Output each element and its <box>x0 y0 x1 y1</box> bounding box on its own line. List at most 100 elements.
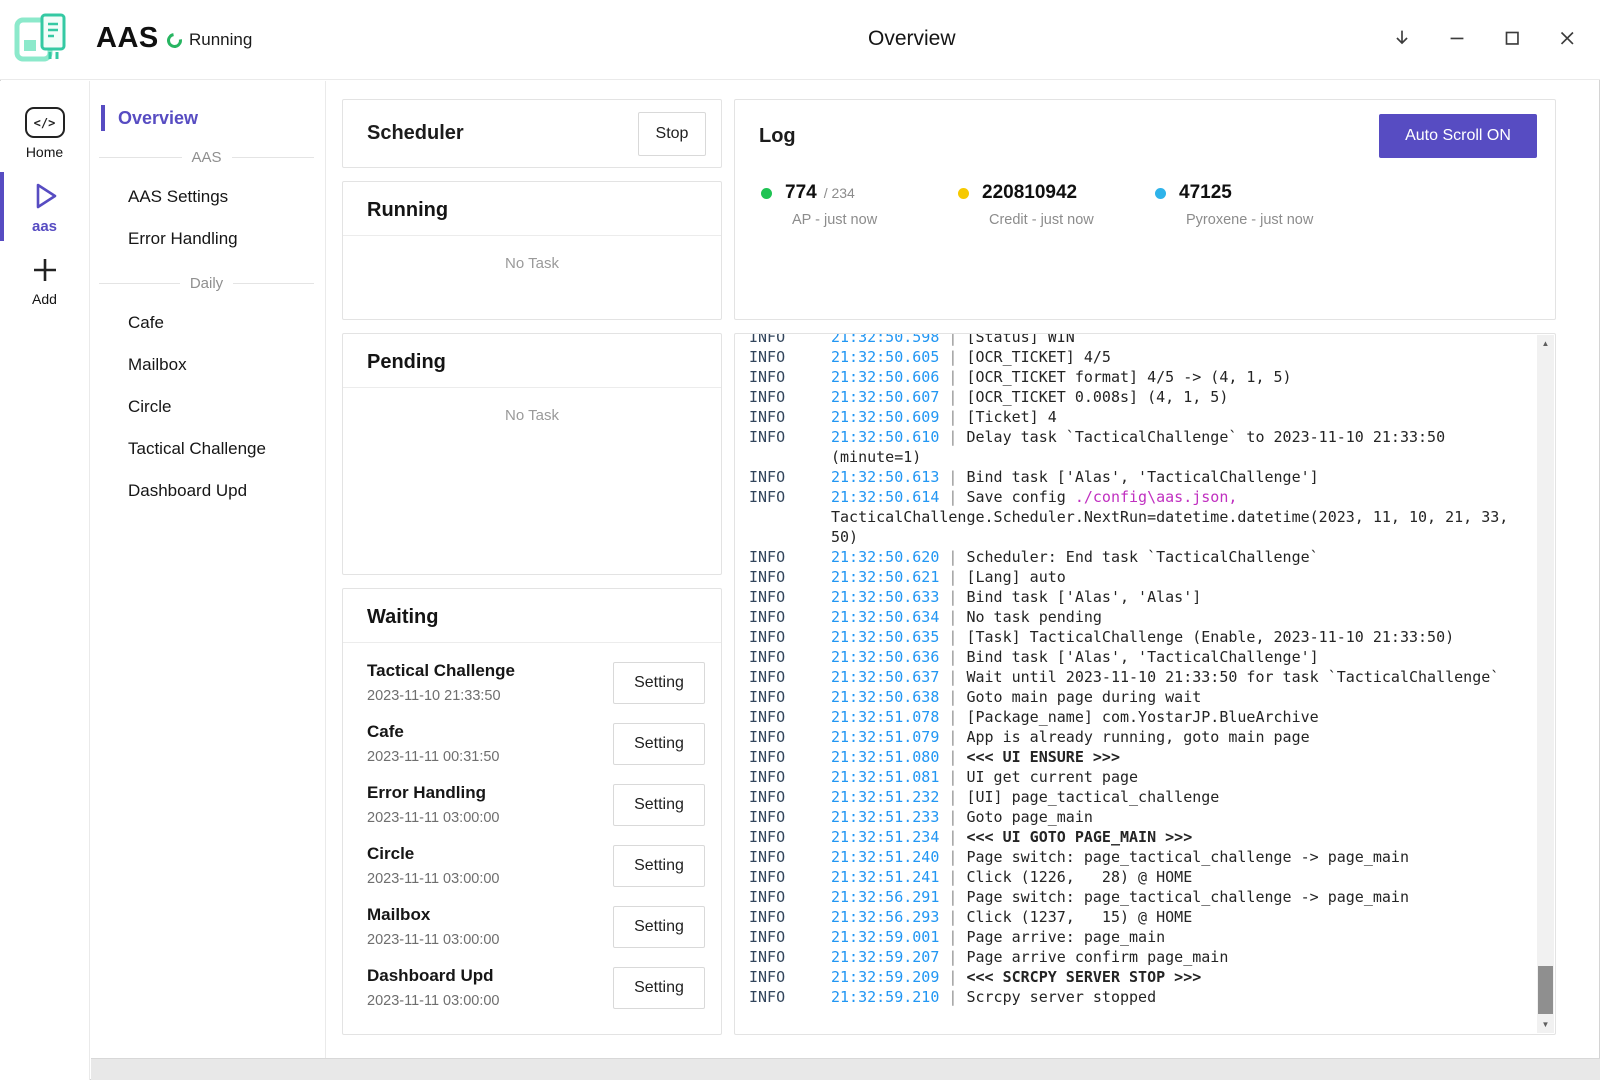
log-line: INFO21:32:50.634 | No task pending <box>749 607 1527 627</box>
maximize-icon[interactable] <box>1495 16 1529 60</box>
log-line: INFO21:32:50.620 | Scheduler: End task `… <box>749 547 1527 567</box>
log-line: INFO21:32:51.081 | UI get current page <box>749 767 1527 787</box>
log-timestamp: 21:32:50.605 <box>831 348 939 366</box>
log-message: Goto main page during wait <box>966 688 1201 706</box>
log-message: Bind task ['Alas', 'TacticalChallenge'] <box>966 648 1318 666</box>
stop-button[interactable]: Stop <box>638 112 706 156</box>
stat-top-row: 220810942 <box>958 182 1155 204</box>
log-level: INFO <box>749 867 785 887</box>
log-line: INFO21:32:51.240 | Page switch: page_tac… <box>749 847 1527 867</box>
rail-item-home[interactable]: </> Home <box>0 95 89 168</box>
log-message: [Package_name] com.YostarJP.BlueArchive <box>966 708 1318 726</box>
menu-item-mailbox[interactable]: Mailbox <box>91 344 325 386</box>
log-level: INFO <box>749 827 785 847</box>
app-status: Running <box>167 30 252 50</box>
log-level: INFO <box>749 587 785 607</box>
setting-button[interactable]: Setting <box>613 845 705 887</box>
log-line: INFO21:32:50.598 | [Status] WIN <box>749 334 1527 347</box>
log-separator: | <box>939 808 966 826</box>
stat-dot-icon <box>1155 188 1166 199</box>
log-separator: | <box>939 628 966 646</box>
log-level: INFO <box>749 367 785 387</box>
log-level: INFO <box>749 687 785 707</box>
waiting-task-time: 2023-11-11 03:00:00 <box>367 932 500 948</box>
stat-value: 774 <box>785 182 817 204</box>
setting-button[interactable]: Setting <box>613 906 705 948</box>
stat-value: 220810942 <box>982 182 1077 204</box>
log-line: INFO21:32:50.607 | [OCR_TICKET 0.008s] (… <box>749 387 1527 407</box>
log-separator: | <box>939 688 966 706</box>
waiting-card: Waiting Tactical Challenge2023-11-10 21:… <box>342 588 722 1035</box>
stat-dot-icon <box>761 188 772 199</box>
close-icon[interactable] <box>1550 16 1584 60</box>
log-timestamp: 21:32:50.633 <box>831 588 939 606</box>
scheduler-card: Scheduler Stop <box>342 99 722 168</box>
menu-item-dashboard-upd[interactable]: Dashboard Upd <box>91 470 325 512</box>
rail-item-aas[interactable]: aas <box>0 168 89 243</box>
setting-button[interactable]: Setting <box>613 662 705 704</box>
minimize-icon[interactable] <box>1440 16 1474 60</box>
log-separator: | <box>939 788 966 806</box>
log-line: INFO21:32:50.636 | Bind task ['Alas', 'T… <box>749 647 1527 667</box>
log-message: Bind task ['Alas', 'Alas'] <box>966 588 1201 606</box>
menu-item-circle[interactable]: Circle <box>91 386 325 428</box>
scroll-down-icon[interactable]: ▼ <box>1537 1016 1554 1033</box>
waiting-task-time: 2023-11-10 21:33:50 <box>367 688 515 704</box>
log-separator: | <box>939 968 966 986</box>
log-scrollbar[interactable]: ▲ ▼ <box>1537 335 1554 1033</box>
log-level: INFO <box>749 907 785 927</box>
menu-item-cafe[interactable]: Cafe <box>91 302 325 344</box>
log-line: INFO21:32:59.001 | Page arrive: page_mai… <box>749 927 1527 947</box>
log-level: INFO <box>749 887 785 907</box>
log-timestamp: 21:32:59.210 <box>831 988 939 1006</box>
log-timestamp: 21:32:50.621 <box>831 568 939 586</box>
log-level: INFO <box>749 947 785 967</box>
bottom-scrollbar[interactable] <box>91 1058 1600 1080</box>
menu-item-tactical-challenge[interactable]: Tactical Challenge <box>91 428 325 470</box>
setting-button[interactable]: Setting <box>613 784 705 826</box>
log-line: INFO21:32:51.079 | App is already runnin… <box>749 727 1527 747</box>
log-message: Goto page_main <box>966 808 1092 826</box>
log-separator: | <box>939 728 966 746</box>
rail-add-label: Add <box>32 291 57 307</box>
update-download-icon[interactable] <box>1385 16 1419 60</box>
setting-button[interactable]: Setting <box>613 967 705 1009</box>
log-timestamp: 21:32:51.233 <box>831 808 939 826</box>
log-level: INFO <box>749 667 785 687</box>
waiting-task-name: Error Handling <box>367 783 500 803</box>
waiting-task-row: Mailbox2023-11-11 03:00:00 Setting <box>367 900 705 953</box>
setting-button[interactable]: Setting <box>613 723 705 765</box>
log-line: INFO21:32:59.209 | <<< SCRCPY SERVER STO… <box>749 967 1527 987</box>
titlebar: AAS Running Overview <box>0 0 1600 80</box>
log-level: INFO <box>749 547 785 567</box>
menu-group-label: Daily <box>190 275 223 292</box>
log-timestamp: 21:32:59.001 <box>831 928 939 946</box>
log-line: INFO21:32:50.638 | Goto main page during… <box>749 687 1527 707</box>
stat-value: 47125 <box>1179 182 1232 204</box>
menu-item-overview[interactable]: Overview <box>91 102 325 134</box>
waiting-task-name: Tactical Challenge <box>367 661 515 681</box>
log-timestamp: 21:32:50.636 <box>831 648 939 666</box>
log-separator: | <box>939 868 966 886</box>
waiting-task-row: Error Handling2023-11-11 03:00:00Setting <box>367 778 705 831</box>
stat-caption: Pyroxene - just now <box>1186 212 1352 228</box>
menu-item-aas-settings[interactable]: AAS Settings <box>91 176 325 218</box>
waiting-task-time: 2023-11-11 03:00:00 <box>367 993 500 1009</box>
log-message: Scheduler: End task `TacticalChallenge` <box>966 548 1318 566</box>
scroll-up-icon[interactable]: ▲ <box>1537 335 1554 352</box>
log-separator: | <box>939 748 966 766</box>
log-message: [OCR_TICKET 0.008s] (4, 1, 5) <box>966 388 1228 406</box>
scrollbar-thumb[interactable] <box>1538 966 1553 1014</box>
app-logo-icon <box>12 11 70 69</box>
waiting-task-info: Mailbox2023-11-11 03:00:00 <box>367 905 500 948</box>
log-line: INFO21:32:51.080 | <<< UI ENSURE >>> <box>749 747 1527 767</box>
pending-title: Pending <box>343 334 721 388</box>
menu-item-error-handling[interactable]: Error Handling <box>91 218 325 260</box>
rail-item-add[interactable]: Add <box>0 243 89 315</box>
log-timestamp: 21:32:51.240 <box>831 848 939 866</box>
auto-scroll-button[interactable]: Auto Scroll ON <box>1379 114 1537 158</box>
waiting-task-name: Cafe <box>367 722 500 742</box>
log-separator: | <box>939 608 966 626</box>
log-header-card: Log Auto Scroll ON 774/ 234AP - just now… <box>734 99 1556 320</box>
log-line: INFO21:32:56.291 | Page switch: page_tac… <box>749 887 1527 907</box>
